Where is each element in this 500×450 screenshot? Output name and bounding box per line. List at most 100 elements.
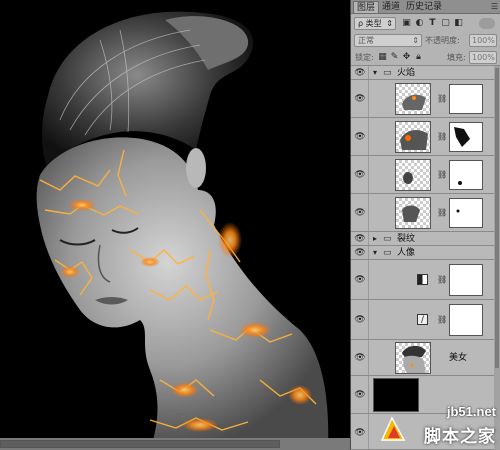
layers-panel: 图层 通道 历史记录 ☰ ρ 类型 ⇕ ▣ ◐ T ▢ ◧ 正常 ⇕ 不透明度:… xyxy=(350,0,500,450)
smart-object-filter-icon[interactable]: ◧ xyxy=(453,18,464,29)
watermark-url: jb51.net xyxy=(446,404,496,419)
link-icon[interactable]: ⛓︎ xyxy=(437,208,447,218)
layer-name: 裂纹 xyxy=(397,234,416,244)
thumbnail-art xyxy=(402,205,420,222)
search-icon: ρ xyxy=(358,19,364,28)
opacity-field[interactable]: 100% xyxy=(469,34,497,47)
blend-mode-select[interactable]: 正常 ⇕ xyxy=(354,34,422,47)
blend-mode-value: 正常 xyxy=(358,36,374,45)
mask-art xyxy=(456,209,460,213)
layer-mask-thumbnail[interactable] xyxy=(449,304,483,336)
opacity-label: 不透明度: xyxy=(425,36,460,45)
eye-icon[interactable]: 👁︎ xyxy=(354,234,366,244)
link-icon[interactable]: ⛓︎ xyxy=(437,275,447,285)
eye-icon[interactable]: 👁︎ xyxy=(354,68,366,78)
shape-filter-icon[interactable]: ▢ xyxy=(440,18,451,29)
document-canvas[interactable] xyxy=(0,0,350,450)
lock-position-icon[interactable]: ✥ xyxy=(401,52,412,63)
curves-adjustment-icon: ∕ xyxy=(417,314,428,325)
filter-row: ρ 类型 ⇕ ▣ ◐ T ▢ ◧ xyxy=(351,15,500,32)
layer-thumbnail xyxy=(395,197,431,229)
layer-thumbnail xyxy=(395,159,431,191)
panel-tab-bar: 图层 通道 历史记录 ☰ xyxy=(351,0,500,14)
folder-icon: ▭ xyxy=(383,234,392,244)
site-watermark: jb51.net 脚本之家 xyxy=(378,402,496,448)
lock-row: 锁定: ▦ ✎ ✥ 🔒︎ 填充: 100% xyxy=(351,49,500,66)
fill-label: 填充: xyxy=(447,53,466,62)
site-logo xyxy=(380,416,406,441)
folder-icon: ▭ xyxy=(383,248,392,258)
pixel-filter-icon[interactable]: ▣ xyxy=(401,18,412,29)
chevron-updown-icon: ⇕ xyxy=(412,36,419,45)
horizontal-scrollbar[interactable] xyxy=(0,438,350,450)
thumbnail-art xyxy=(402,94,426,110)
eye-icon[interactable]: 👁︎ xyxy=(354,132,366,142)
artwork-cracked-portrait xyxy=(36,11,329,450)
lock-transparent-icon[interactable]: ▦ xyxy=(377,52,388,63)
link-icon[interactable]: ⛓︎ xyxy=(437,94,447,104)
link-icon[interactable]: ⛓︎ xyxy=(437,170,447,180)
layer-thumbnail xyxy=(395,83,431,115)
eye-icon[interactable]: 👁︎ xyxy=(354,428,366,438)
layer-group-portrait[interactable]: 👁︎ ▾ ▭ 人像 xyxy=(351,246,495,260)
type-filter-icon[interactable]: T xyxy=(427,18,438,29)
layer-group-fire[interactable]: 👁︎ ▾ ▭ 火焰 xyxy=(351,66,495,80)
layer-name: 人像 xyxy=(397,248,416,258)
eye-icon[interactable]: 👁︎ xyxy=(354,94,366,104)
eye-icon[interactable]: 👁︎ xyxy=(354,275,366,285)
layer-fire-2[interactable]: 👁︎ ⛓︎ xyxy=(351,118,495,156)
layer-mask-thumbnail[interactable] xyxy=(449,264,483,296)
lock-label: 锁定: xyxy=(355,53,374,62)
blend-row: 正常 ⇕ 不透明度: 100% xyxy=(351,32,500,49)
eye-icon[interactable]: 👁︎ xyxy=(354,315,366,325)
layer-mask-thumbnail[interactable] xyxy=(449,84,483,114)
horizontal-scroll-thumb[interactable] xyxy=(0,440,280,448)
layer-fire-1[interactable]: 👁︎ ⛓︎ xyxy=(351,80,495,118)
layer-mask-thumbnail[interactable] xyxy=(449,122,483,152)
link-icon[interactable]: ⛓︎ xyxy=(437,315,447,325)
mask-art xyxy=(458,181,462,185)
levels-adjustment-icon xyxy=(417,274,428,285)
layer-kind-filter[interactable]: ρ 类型 ⇕ xyxy=(354,17,396,30)
adjustment-layer-2[interactable]: 👁︎ ∕ ⛓︎ xyxy=(351,300,495,340)
layer-mask-thumbnail[interactable] xyxy=(449,160,483,190)
layer-thumbnail xyxy=(395,121,431,153)
layer-group-cracks[interactable]: 👁︎ ▸ ▭ 裂纹 xyxy=(351,232,495,246)
adjustment-filter-icon[interactable]: ◐ xyxy=(414,18,425,29)
tab-history[interactable]: 历史记录 xyxy=(403,1,445,13)
lock-image-icon[interactable]: ✎ xyxy=(389,52,400,63)
eye-icon[interactable]: 👁︎ xyxy=(354,170,366,180)
chevron-right-icon[interactable]: ▸ xyxy=(373,233,377,245)
chevron-updown-icon: ⇕ xyxy=(386,19,393,28)
layer-name: 美女 xyxy=(449,353,468,363)
adjustment-layer-1[interactable]: 👁︎ ⛓︎ xyxy=(351,260,495,300)
lock-all-icon[interactable]: 🔒︎ xyxy=(413,52,424,63)
layer-portrait[interactable]: 👁︎ 美女 xyxy=(351,340,495,376)
kind-filter-label: 类型 xyxy=(365,19,382,28)
layer-name: 火焰 xyxy=(397,68,416,78)
chevron-down-icon[interactable]: ▾ xyxy=(373,247,377,259)
layer-thumbnail xyxy=(395,342,431,374)
panel-menu-icon[interactable]: ☰ xyxy=(491,3,498,11)
vertical-scroll-thumb[interactable] xyxy=(495,68,499,368)
filter-toggle[interactable] xyxy=(479,18,495,29)
folder-icon: ▭ xyxy=(383,68,392,78)
eye-icon[interactable]: 👁︎ xyxy=(354,208,366,218)
eye-icon[interactable]: 👁︎ xyxy=(354,353,366,363)
tab-channels[interactable]: 通道 xyxy=(379,1,403,13)
thumbnail-art xyxy=(402,345,426,373)
thumbnail-art xyxy=(400,130,428,150)
vertical-scrollbar[interactable] xyxy=(494,66,500,450)
layer-fire-3[interactable]: 👁︎ ⛓︎ xyxy=(351,156,495,194)
link-icon[interactable]: ⛓︎ xyxy=(437,132,447,142)
thumbnail-art xyxy=(403,172,413,184)
chevron-down-icon[interactable]: ▾ xyxy=(373,67,377,79)
layer-mask-thumbnail[interactable] xyxy=(449,198,483,228)
mask-art xyxy=(454,127,470,147)
eye-icon[interactable]: 👁︎ xyxy=(354,390,366,400)
eye-icon[interactable]: 👁︎ xyxy=(354,248,366,258)
layer-fire-4[interactable]: 👁︎ ⛓︎ xyxy=(351,194,495,232)
fill-field[interactable]: 100% xyxy=(469,51,497,64)
tab-layers[interactable]: 图层 xyxy=(353,1,380,13)
watermark-site-name: 脚本之家 xyxy=(424,427,496,447)
